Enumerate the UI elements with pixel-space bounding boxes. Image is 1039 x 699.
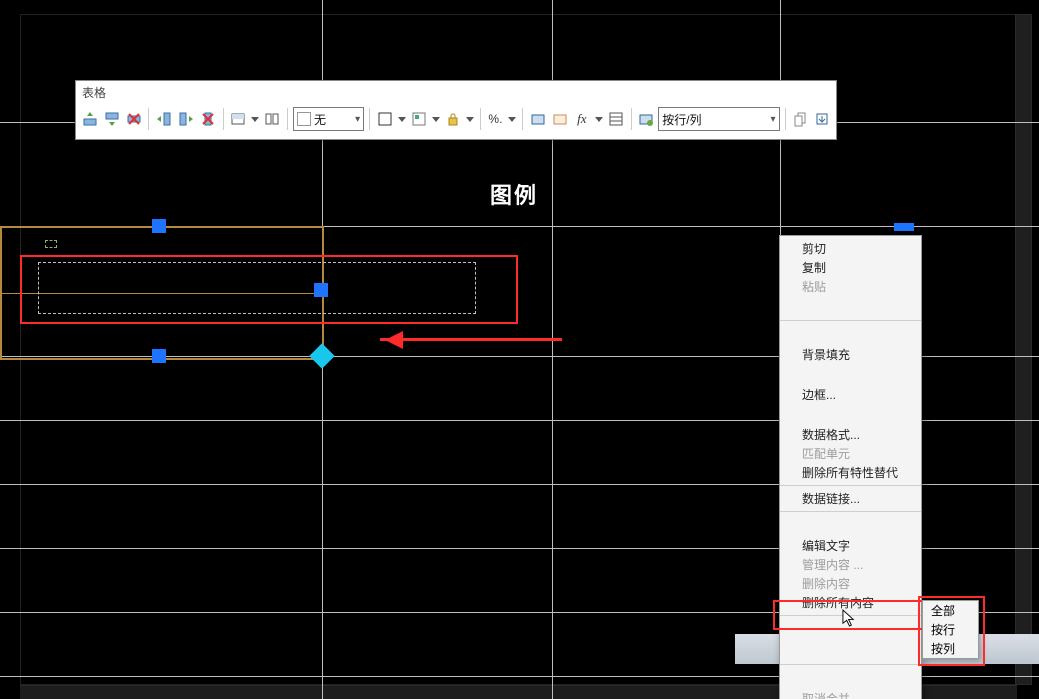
download-source-icon[interactable] bbox=[812, 107, 832, 131]
dropdown-caret-icon[interactable] bbox=[507, 107, 517, 131]
menu-item-edittxt[interactable]: 编辑文字 bbox=[780, 536, 921, 555]
insert-row-above-icon[interactable] bbox=[80, 107, 100, 131]
merge-cells-icon[interactable] bbox=[229, 107, 249, 131]
insert-row-below-icon[interactable] bbox=[102, 107, 122, 131]
annotation-highlight bbox=[918, 596, 985, 666]
autocad-canvas[interactable]: 图例 表格 无 ▾ bbox=[0, 0, 1039, 699]
fill-label: 无 bbox=[314, 111, 326, 128]
block-insert-icon[interactable] bbox=[528, 107, 548, 131]
menu-item-datalink[interactable]: 数据链接... bbox=[780, 489, 921, 508]
menu-item-matchcell: 匹配单元 bbox=[780, 444, 921, 463]
toolbar-separator bbox=[287, 108, 288, 130]
data-format-icon[interactable]: %. bbox=[486, 107, 506, 131]
menu-item-border[interactable]: 边框... bbox=[780, 385, 921, 404]
link-cell-icon[interactable] bbox=[636, 107, 656, 131]
fill-swatch-icon bbox=[297, 112, 311, 126]
dropdown-caret-icon[interactable] bbox=[397, 107, 407, 131]
datalink-icon[interactable] bbox=[790, 107, 810, 131]
menu-item-delcontent: 删除内容 bbox=[780, 574, 921, 593]
toolbar-separator bbox=[522, 108, 523, 130]
menu-item-copy[interactable]: 复制 bbox=[780, 258, 921, 277]
dropdown-caret-icon[interactable] bbox=[250, 107, 260, 131]
manage-content-icon[interactable] bbox=[606, 107, 626, 131]
fill-select[interactable]: 无 ▾ bbox=[293, 107, 364, 131]
insert-col-right-icon[interactable] bbox=[176, 107, 196, 131]
cell-border-icon[interactable] bbox=[375, 107, 395, 131]
delete-col-icon[interactable] bbox=[198, 107, 218, 131]
menu-item-unmerge: 取消合并 bbox=[780, 689, 921, 699]
toolbar-separator bbox=[148, 108, 149, 130]
table-toolbar-window[interactable]: 表格 无 ▾ %. bbox=[75, 80, 837, 140]
dropdown-caret-icon[interactable] bbox=[465, 107, 475, 131]
cell-lock-icon[interactable] bbox=[443, 107, 463, 131]
insert-marker-icon bbox=[45, 240, 57, 248]
column-grip[interactable] bbox=[894, 223, 914, 231]
menu-item-paste: 粘贴 bbox=[780, 277, 921, 296]
annotation-highlight bbox=[20, 255, 518, 324]
byrowcol-label: 按行/列 bbox=[662, 111, 701, 128]
selection-grip[interactable] bbox=[152, 349, 166, 363]
menu-item-datafmt[interactable]: 数据格式... bbox=[780, 425, 921, 444]
annotation-arrow bbox=[380, 338, 562, 341]
annotation-highlight bbox=[773, 600, 926, 630]
cell-align-icon[interactable] bbox=[409, 107, 429, 131]
legend-title: 图例 bbox=[490, 178, 538, 210]
statusbar-strip bbox=[984, 636, 1038, 662]
insert-col-left-icon[interactable] bbox=[154, 107, 174, 131]
menu-item-rmov[interactable]: 删除所有特性替代 bbox=[780, 463, 921, 482]
formula-icon[interactable]: fx bbox=[572, 107, 592, 131]
delete-row-icon[interactable] bbox=[124, 107, 144, 131]
field-insert-icon[interactable] bbox=[550, 107, 570, 131]
vertical-scrollbar[interactable] bbox=[1015, 14, 1032, 685]
toolbar-separator bbox=[369, 108, 370, 130]
unmerge-cells-icon[interactable] bbox=[262, 107, 282, 131]
byrowcol-select[interactable]: 按行/列 ▾ bbox=[658, 107, 779, 131]
caret-down-icon: ▾ bbox=[355, 114, 360, 125]
menu-item-mgmt: 管理内容 ... bbox=[780, 555, 921, 574]
dropdown-caret-icon[interactable] bbox=[431, 107, 441, 131]
menu-item-cut[interactable]: 剪切 bbox=[780, 239, 921, 258]
caret-down-icon: ▾ bbox=[771, 114, 776, 125]
menu-item-bgfill[interactable]: 背景填充 bbox=[780, 345, 921, 364]
toolbar-separator bbox=[631, 108, 632, 130]
dropdown-caret-icon[interactable] bbox=[594, 107, 604, 131]
toolbar-row: 无 ▾ %. fx 按行/列 ▾ bbox=[76, 103, 836, 135]
toolbar-title: 表格 bbox=[76, 81, 836, 103]
selection-grip[interactable] bbox=[152, 219, 166, 233]
toolbar-separator bbox=[480, 108, 481, 130]
toolbar-separator bbox=[223, 108, 224, 130]
toolbar-separator bbox=[785, 108, 786, 130]
